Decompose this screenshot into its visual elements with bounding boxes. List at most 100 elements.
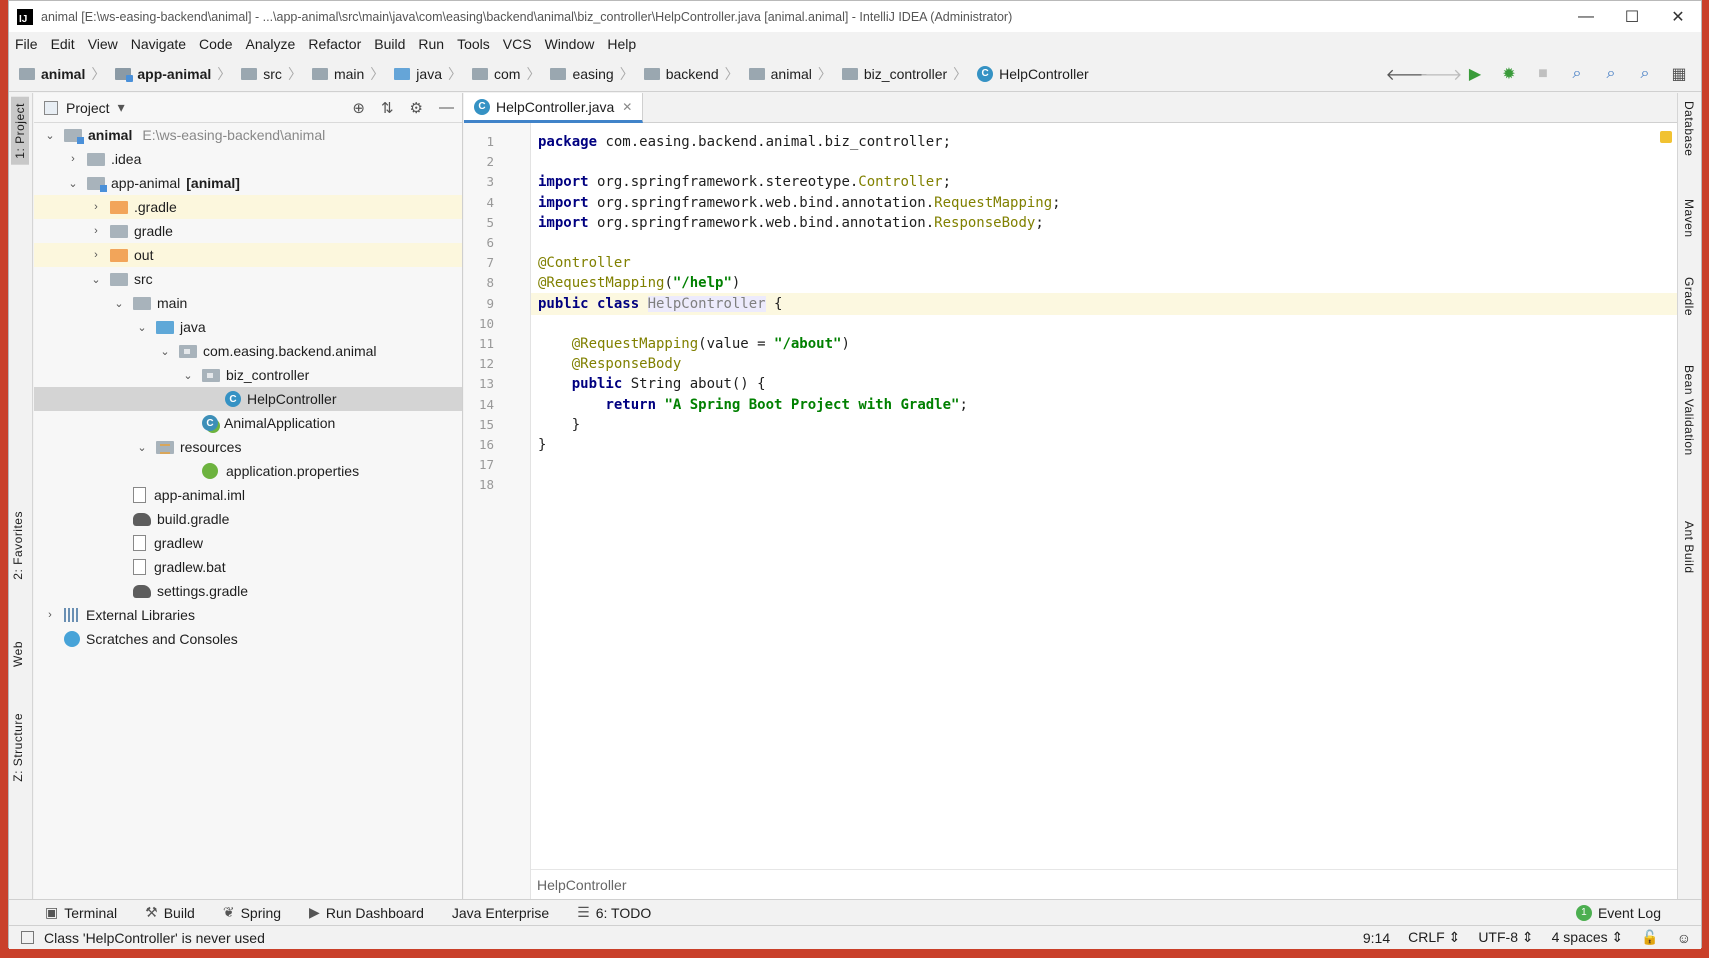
chevron-right-icon[interactable]: ›	[65, 153, 81, 165]
gear-icon[interactable]: ⚙	[410, 99, 423, 117]
breadcrumb-item[interactable]: animal 〉	[19, 64, 111, 84]
chevron-down-icon[interactable]: ⌄	[134, 441, 150, 454]
menu-analyze[interactable]: Analyze	[246, 36, 296, 52]
breadcrumb-item[interactable]: com 〉	[471, 64, 546, 84]
warning-marker-icon[interactable]	[1660, 131, 1672, 143]
tree-item[interactable]: ⌄ app-animal [animal]	[34, 171, 462, 195]
tree-item[interactable]: › .idea	[34, 147, 462, 171]
chevron-right-icon[interactable]: ›	[88, 201, 104, 213]
gradle-tool-button[interactable]: Gradle	[1682, 277, 1696, 316]
menu-code[interactable]: Code	[199, 36, 232, 52]
tree-item[interactable]: gradlew	[34, 531, 462, 555]
tree-item[interactable]: application.properties	[34, 459, 462, 483]
build-tool-button[interactable]: ⚒ Build	[145, 904, 195, 921]
code-line[interactable]: public String about() {	[531, 373, 1678, 395]
lock-icon[interactable]: 🔓	[1641, 929, 1658, 946]
tree-item[interactable]: ⌄ biz_controller	[34, 363, 462, 387]
code-line[interactable]: public class HelpController {	[531, 292, 1678, 315]
maven-tool-button[interactable]: Maven	[1682, 199, 1696, 238]
chevron-down-icon[interactable]: ⌄	[65, 177, 81, 190]
menu-run[interactable]: Run	[418, 36, 444, 52]
code-line[interactable]: import org.springframework.stereotype.Co…	[531, 171, 1678, 193]
spring-tool-button[interactable]: ❦ Spring	[223, 904, 281, 921]
tree-item[interactable]: ⌄ main	[34, 291, 462, 315]
database-tool-button[interactable]: Database	[1682, 101, 1696, 156]
tree-item[interactable]: › External Libraries	[34, 603, 462, 627]
code-line[interactable]: import org.springframework.web.bind.anno…	[531, 192, 1678, 214]
breadcrumb-item[interactable]: easing 〉	[550, 64, 639, 84]
menu-build[interactable]: Build	[374, 36, 405, 52]
editor-footer-breadcrumb[interactable]: HelpController	[531, 869, 1678, 899]
code-line[interactable]	[531, 232, 1678, 254]
chevron-right-icon[interactable]: ›	[88, 225, 104, 237]
chevron-down-icon[interactable]: ⌄	[180, 369, 196, 382]
chevron-down-icon[interactable]: ⌄	[88, 273, 104, 286]
breadcrumb-item[interactable]: main 〉	[311, 64, 390, 84]
code-line[interactable]	[531, 313, 1678, 335]
breadcrumb-item[interactable]: src 〉	[241, 64, 308, 84]
breadcrumb-item[interactable]: C HelpController	[977, 65, 1089, 82]
project-view-title[interactable]: Project	[66, 100, 110, 116]
todo-tool-button[interactable]: ☰ 6: TODO	[577, 904, 651, 921]
menu-edit[interactable]: Edit	[51, 36, 75, 52]
code-line[interactable]: }	[531, 434, 1678, 456]
run-dashboard-tool-button[interactable]: ▶ Run Dashboard	[309, 904, 424, 921]
encoding-selector[interactable]: UTF-8 ⇕	[1478, 929, 1533, 946]
code-line[interactable]: package com.easing.backend.animal.biz_co…	[531, 131, 1678, 153]
back-arrow-icon[interactable]: 🡐	[1386, 63, 1429, 85]
code-line[interactable]: }	[531, 414, 1678, 436]
project-tool-button[interactable]: 1: Project	[11, 97, 29, 165]
tree-item[interactable]: › out	[34, 243, 462, 267]
breadcrumb-item[interactable]: app-animal 〉	[115, 64, 237, 84]
locate-icon[interactable]: ⊕	[352, 99, 365, 117]
terminal-tool-button[interactable]: ▣ Terminal	[45, 904, 117, 921]
menu-vcs[interactable]: VCS	[503, 36, 532, 52]
forward-arrow-icon[interactable]: 🡒	[1420, 63, 1463, 85]
event-log-button[interactable]: 1 Event Log	[1575, 904, 1661, 921]
code-line[interactable]: import org.springframework.web.bind.anno…	[531, 212, 1678, 234]
chevron-down-icon[interactable]: ⌄	[157, 345, 173, 358]
tab-help-controller[interactable]: C HelpController.java ✕	[464, 93, 644, 123]
line-number-gutter[interactable]: 1 2 3 4 5 6 7 8 9 10 11 12 13 14 15 16 17 18	[464, 123, 531, 899]
breadcrumb-item[interactable]: backend 〉	[643, 64, 745, 84]
code-line[interactable]	[531, 474, 1678, 496]
ant-build-tool-button[interactable]: Ant Build	[1682, 521, 1696, 574]
tool-windows-icon[interactable]	[21, 931, 34, 944]
tree-item[interactable]: › gradle	[34, 219, 462, 243]
close-button[interactable]: ✕	[1655, 1, 1701, 32]
tree-item[interactable]: ⌄ com.easing.backend.animal	[34, 339, 462, 363]
maximize-button[interactable]: ☐	[1609, 1, 1655, 32]
minimize-button[interactable]: —	[1563, 1, 1609, 32]
chevron-down-icon[interactable]: ▾	[118, 99, 125, 116]
close-tab-icon[interactable]: ✕	[622, 100, 632, 114]
find-usages-icon[interactable]: ⌕	[1599, 63, 1623, 85]
project-structure-icon[interactable]: ▦	[1667, 63, 1691, 85]
chevron-down-icon[interactable]: ⌄	[42, 129, 58, 142]
breadcrumb-item[interactable]: java 〉	[394, 64, 468, 84]
menu-file[interactable]: File	[15, 36, 38, 52]
tree-item[interactable]: Scratches and Consoles	[34, 627, 462, 651]
tree-item[interactable]: C HelpController	[34, 387, 462, 411]
indent-selector[interactable]: 4 spaces ⇕	[1552, 929, 1624, 946]
breadcrumb-item[interactable]: biz_controller 〉	[841, 64, 973, 84]
menu-tools[interactable]: Tools	[457, 36, 490, 52]
code-line[interactable]: @RequestMapping("/help")	[531, 272, 1678, 294]
search-icon[interactable]: ⌕	[1633, 63, 1657, 85]
structure-tool-button[interactable]: Z: Structure	[11, 713, 25, 782]
code-line[interactable]: @RequestMapping(value = "/about")	[531, 333, 1678, 355]
stop-icon[interactable]: ■	[1531, 63, 1555, 85]
menu-navigate[interactable]: Navigate	[131, 36, 186, 52]
java-enterprise-tool-button[interactable]: Java Enterprise	[452, 905, 549, 921]
chevron-down-icon[interactable]: ⌄	[111, 297, 127, 310]
code-line[interactable]	[531, 454, 1678, 476]
inspector-icon[interactable]: ☺	[1677, 930, 1691, 946]
code-line[interactable]: @Controller	[531, 252, 1678, 274]
tree-item[interactable]: build.gradle	[34, 507, 462, 531]
tree-item[interactable]: gradlew.bat	[34, 555, 462, 579]
tree-item[interactable]: settings.gradle	[34, 579, 462, 603]
code-line[interactable]: @ResponseBody	[531, 353, 1678, 375]
debug-icon[interactable]: ✹	[1497, 63, 1521, 85]
collapse-all-icon[interactable]: ⇅	[381, 99, 394, 117]
menu-view[interactable]: View	[88, 36, 118, 52]
bean-validation-tool-button[interactable]: Bean Validation	[1682, 365, 1696, 456]
